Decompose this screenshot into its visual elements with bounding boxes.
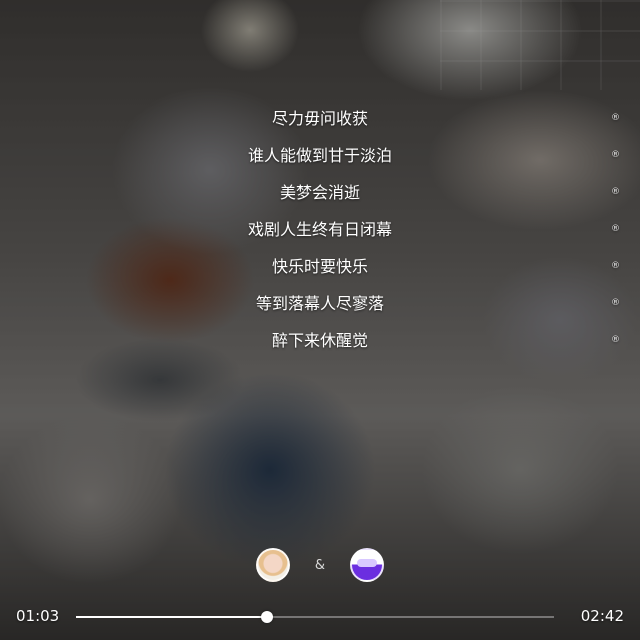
lyric-line[interactable]: 尽力毋问收获 ®	[0, 100, 640, 137]
lyric-line[interactable]: 快乐时要快乐 ®	[0, 248, 640, 285]
lyric-text: 快乐时要快乐	[271, 257, 368, 276]
lyric-line[interactable]: 戏剧人生终有日闭幕 ®	[0, 211, 640, 248]
lyric-mark-icon: ®	[611, 224, 620, 234]
playback-progress: 01:03 02:42	[0, 604, 640, 630]
lyric-text: 醉下来休醒觉	[271, 331, 368, 350]
lyric-text: 尽力毋问收获	[271, 109, 368, 128]
lyric-text: 美梦会消逝	[279, 183, 360, 202]
current-time: 01:03	[16, 607, 60, 625]
lyric-mark-icon: ®	[611, 261, 620, 271]
lyric-line[interactable]: 等到落幕人尽寥落 ®	[0, 285, 640, 322]
lyric-text: 戏剧人生终有日闭幕	[247, 220, 392, 239]
lyric-line[interactable]: 美梦会消逝 ®	[0, 174, 640, 211]
lyric-mark-icon: ®	[611, 335, 620, 345]
progress-track[interactable]	[76, 611, 554, 623]
progress-fill	[76, 616, 268, 618]
lyric-line[interactable]: 谁人能做到甘于淡泊 ®	[0, 137, 640, 174]
artist-avatar-1[interactable]	[256, 548, 290, 582]
lyric-mark-icon: ®	[611, 150, 620, 160]
total-time: 02:42	[580, 607, 624, 625]
lyric-mark-icon: ®	[611, 298, 620, 308]
lyrics-panel[interactable]: 尽力毋问收获 ® 谁人能做到甘于淡泊 ® 美梦会消逝 ® 戏剧人生终有日闭幕 ®…	[0, 100, 640, 359]
progress-thumb[interactable]	[261, 611, 274, 623]
lyric-mark-icon: ®	[611, 113, 620, 123]
artist-avatar-2[interactable]	[350, 548, 384, 582]
lyric-mark-icon: ®	[611, 187, 620, 197]
lyric-line[interactable]: 醉下来休醒觉 ®	[0, 322, 640, 359]
lyric-text: 等到落幕人尽寥落	[255, 294, 384, 313]
lyric-text: 谁人能做到甘于淡泊	[247, 146, 392, 165]
artist-avatars: &	[0, 547, 640, 583]
artist-separator: &	[314, 557, 326, 573]
